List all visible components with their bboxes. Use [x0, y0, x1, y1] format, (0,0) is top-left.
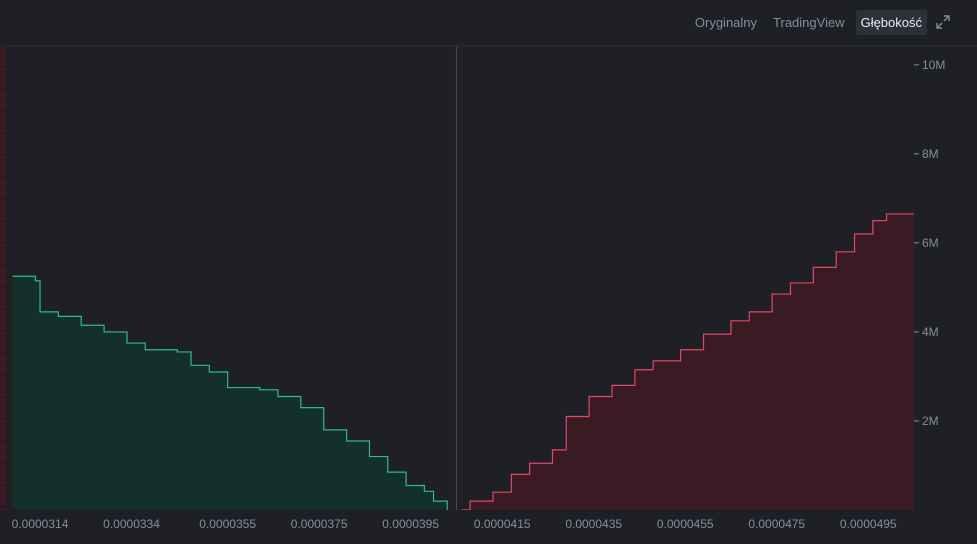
x-tick-label: 0.0000314 [12, 517, 69, 531]
x-tick-label: 0.0000415 [474, 517, 531, 531]
x-tick-label: 0.0000495 [840, 517, 897, 531]
x-tick-label: 0.0000435 [565, 517, 622, 531]
y-tick-label: 8M [922, 147, 939, 161]
ask-depth-area [461, 213, 914, 510]
y-tick-label: 4M [922, 325, 939, 339]
y-tick-label: 6M [922, 236, 939, 250]
x-tick-label: 0.0000355 [199, 517, 256, 531]
depth-chart-panel: Oryginalny TradingView Głębokość 2M 4M 6M 8… [0, 0, 977, 544]
x-tick-label: 0.0000375 [291, 517, 348, 531]
x-tick-label: 0.0000334 [103, 517, 160, 531]
y-tick-label: 10M [922, 58, 945, 72]
y-tick-label: 2M [922, 414, 939, 428]
bid-depth-area [12, 276, 448, 510]
depth-chart: 2M 4M 6M 8M 10M 0.0000314 0.0000334 0.0000355 0… [0, 45, 977, 544]
x-tick-label: 0.0000455 [657, 517, 714, 531]
x-tick-label: 0.0000475 [748, 517, 805, 531]
x-tick-label: 0.0000395 [382, 517, 439, 531]
